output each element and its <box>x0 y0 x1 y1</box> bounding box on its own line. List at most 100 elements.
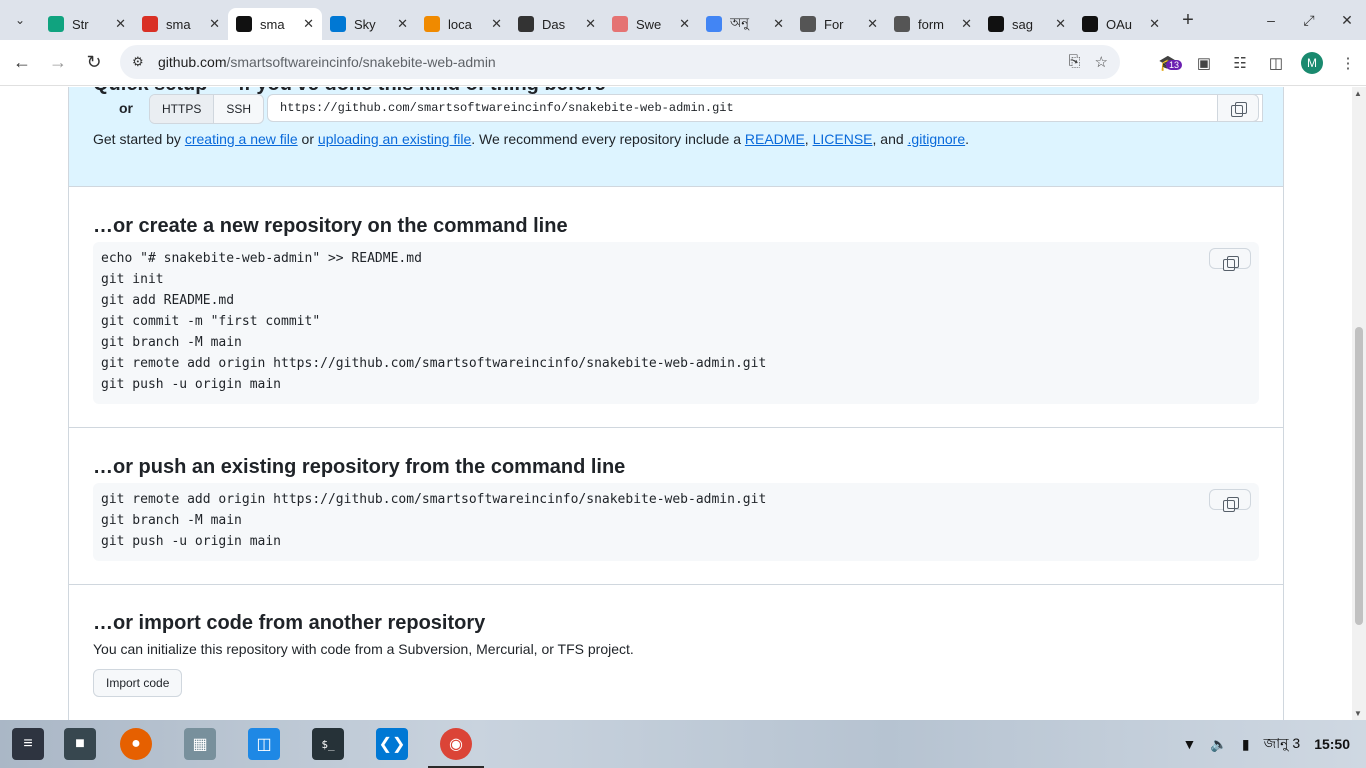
terminal-icon[interactable]: $_ <box>312 728 344 760</box>
gmail-icon <box>142 16 158 32</box>
tab-close-icon[interactable]: ✕ <box>773 16 784 32</box>
bookmark-star-icon[interactable]: ☆ <box>1095 53 1108 71</box>
tab-close-icon[interactable]: ✕ <box>1055 16 1066 32</box>
image-extension-icon[interactable]: ▣ <box>1186 54 1222 72</box>
github-icon <box>236 16 252 32</box>
vscode-icon[interactable]: ❮❯ <box>376 728 408 760</box>
new-tab-button[interactable]: + <box>1172 9 1204 32</box>
site-info-icon[interactable]: ⚙ <box>132 54 152 70</box>
browser-tab[interactable]: sma ✕ <box>228 8 322 40</box>
code-line: git remote add origin https://github.com… <box>101 356 767 371</box>
ssh-button[interactable]: SSH <box>213 95 263 123</box>
browser-tab[interactable]: sag ✕ <box>980 8 1074 40</box>
tab-close-icon[interactable]: ✕ <box>585 16 596 32</box>
browser-tab[interactable]: sma ✕ <box>134 8 228 40</box>
push-existing-section: …or push an existing repository from the… <box>68 428 1284 585</box>
browser-tab[interactable]: OAu ✕ <box>1074 8 1168 40</box>
google-icon <box>706 16 722 32</box>
os-taskbar: ≡ ■ ● ▦ ◫ $_ ❮❯ ◉ ▼ 🔈 ▮ জানু 3 15:50 <box>0 720 1366 768</box>
tab-label: অনু <box>730 14 750 30</box>
globe-icon <box>800 16 816 32</box>
battery-icon[interactable]: ▮ <box>1242 736 1250 753</box>
code-line: git add README.md <box>101 293 235 308</box>
profile-button[interactable]: M <box>1294 52 1330 74</box>
scroll-down-icon[interactable]: ▼ <box>1354 709 1362 718</box>
tray-time[interactable]: 15:50 <box>1314 736 1350 752</box>
create-new-file-link[interactable]: creating a new file <box>185 131 298 147</box>
browser-tab[interactable]: Swe ✕ <box>604 8 698 40</box>
clone-url-input[interactable]: https://github.com/smartsoftwareincinfo/… <box>267 94 1263 122</box>
tab-close-icon[interactable]: ✕ <box>961 16 972 32</box>
tab-close-icon[interactable]: ✕ <box>115 16 126 32</box>
browser-tab[interactable]: loca ✕ <box>416 8 510 40</box>
tab-close-icon[interactable]: ✕ <box>1149 16 1160 32</box>
create-new-code-block: echo "# snakebite-web-admin" >> README.m… <box>93 242 1259 404</box>
file-manager-icon[interactable]: ■ <box>64 728 96 760</box>
back-button[interactable]: ← <box>4 45 40 81</box>
minimize-icon[interactable]: – <box>1252 12 1290 28</box>
license-link[interactable]: LICENSE <box>813 131 873 147</box>
firefox-icon[interactable]: ● <box>120 728 152 760</box>
copy-clone-url-button[interactable] <box>1217 94 1259 122</box>
https-button[interactable]: HTTPS <box>150 95 214 123</box>
scrollbar-thumb[interactable] <box>1355 327 1363 625</box>
close-window-icon[interactable]: ✕ <box>1328 12 1366 29</box>
tab-close-icon[interactable]: ✕ <box>679 16 690 32</box>
import-section: …or import code from another repository … <box>68 585 1284 720</box>
copy-icon <box>1223 256 1239 271</box>
page-content: Quick setup — if you've done this kind o… <box>0 87 1352 720</box>
url-text[interactable]: github.com/smartsoftwareincinfo/snakebit… <box>158 54 496 70</box>
tray-date[interactable]: জানু 3 <box>1264 732 1301 756</box>
github-icon <box>1082 16 1098 32</box>
push-existing-title: …or push an existing repository from the… <box>93 456 626 478</box>
browser-tab[interactable]: For ✕ <box>792 8 886 40</box>
tab-close-icon[interactable]: ✕ <box>209 16 220 32</box>
gitignore-link[interactable]: .gitignore <box>908 131 966 147</box>
chrome-icon[interactable]: ◉ <box>440 728 472 760</box>
install-app-icon[interactable]: ⎘ <box>1069 53 1081 71</box>
browser-tab[interactable]: Str ✕ <box>40 8 134 40</box>
tab-close-icon[interactable]: ✕ <box>397 16 408 32</box>
chatgpt-icon <box>48 16 64 32</box>
volume-icon[interactable]: 🔈 <box>1210 736 1227 753</box>
wifi-icon[interactable]: ▼ <box>1183 736 1197 752</box>
side-panel-icon[interactable]: ◫ <box>1258 54 1294 72</box>
more-menu-icon[interactable]: ⋮ <box>1330 54 1366 72</box>
upload-file-link[interactable]: uploading an existing file <box>318 131 471 147</box>
puzzle-extensions-icon[interactable]: ☷ <box>1222 54 1258 72</box>
import-code-button[interactable]: Import code <box>93 669 183 697</box>
tab-label: OAu <box>1106 16 1133 32</box>
tab-close-icon[interactable]: ✕ <box>491 16 502 32</box>
copy-push-commands-button[interactable] <box>1209 489 1251 512</box>
system-tray: ▼ 🔈 ▮ জানু 3 15:50 <box>1183 720 1350 768</box>
browser-tab[interactable]: form ✕ <box>886 8 980 40</box>
readme-link[interactable]: README <box>745 131 805 147</box>
extension-icon[interactable]: 🎓13 <box>1150 54 1186 72</box>
app-store-icon[interactable]: ◫ <box>248 728 280 760</box>
files-icon[interactable]: ▦ <box>184 728 216 760</box>
forward-button[interactable]: → <box>40 45 76 81</box>
page-scrollbar[interactable]: ▲ ▼ <box>1352 87 1366 720</box>
skype-icon <box>330 16 346 32</box>
tab-label: Swe <box>636 16 662 32</box>
restore-icon[interactable]: ⤢ <box>1290 12 1328 29</box>
tab-search-chevron-icon[interactable]: ⌄ <box>0 0 40 40</box>
tab-close-icon[interactable]: ✕ <box>867 16 878 32</box>
browser-toolbar: ← → ↻ ⚙ github.com/smartsoftwareincinfo/… <box>0 40 1366 86</box>
browser-tab[interactable]: অনু ✕ <box>698 8 792 40</box>
tab-strip: ⌄ Str ✕ sma ✕ sma ✕ Sky ✕ loca ✕ Das ✕ Swe ✕ অনু ✕ For ✕ f… <box>0 0 1366 40</box>
browser-tab[interactable]: Das ✕ <box>510 8 604 40</box>
scroll-up-icon[interactable]: ▲ <box>1354 89 1362 98</box>
tab-label: loca <box>448 16 472 32</box>
code-line: git push -u origin main <box>101 377 282 392</box>
launcher-icon[interactable]: ≡ <box>12 728 44 760</box>
browser-tab[interactable]: Sky ✕ <box>322 8 416 40</box>
address-bar[interactable]: ⚙ github.com/smartsoftwareincinfo/snakeb… <box>120 45 1120 79</box>
reload-button[interactable]: ↻ <box>76 45 112 81</box>
tab-close-icon[interactable]: ✕ <box>303 16 314 32</box>
copy-create-commands-button[interactable] <box>1209 248 1251 271</box>
tab-label: sma <box>166 16 191 32</box>
phpmyadmin-icon <box>424 16 440 32</box>
create-new-title: …or create a new repository on the comma… <box>93 215 568 237</box>
import-title: …or import code from another repository <box>93 612 486 634</box>
